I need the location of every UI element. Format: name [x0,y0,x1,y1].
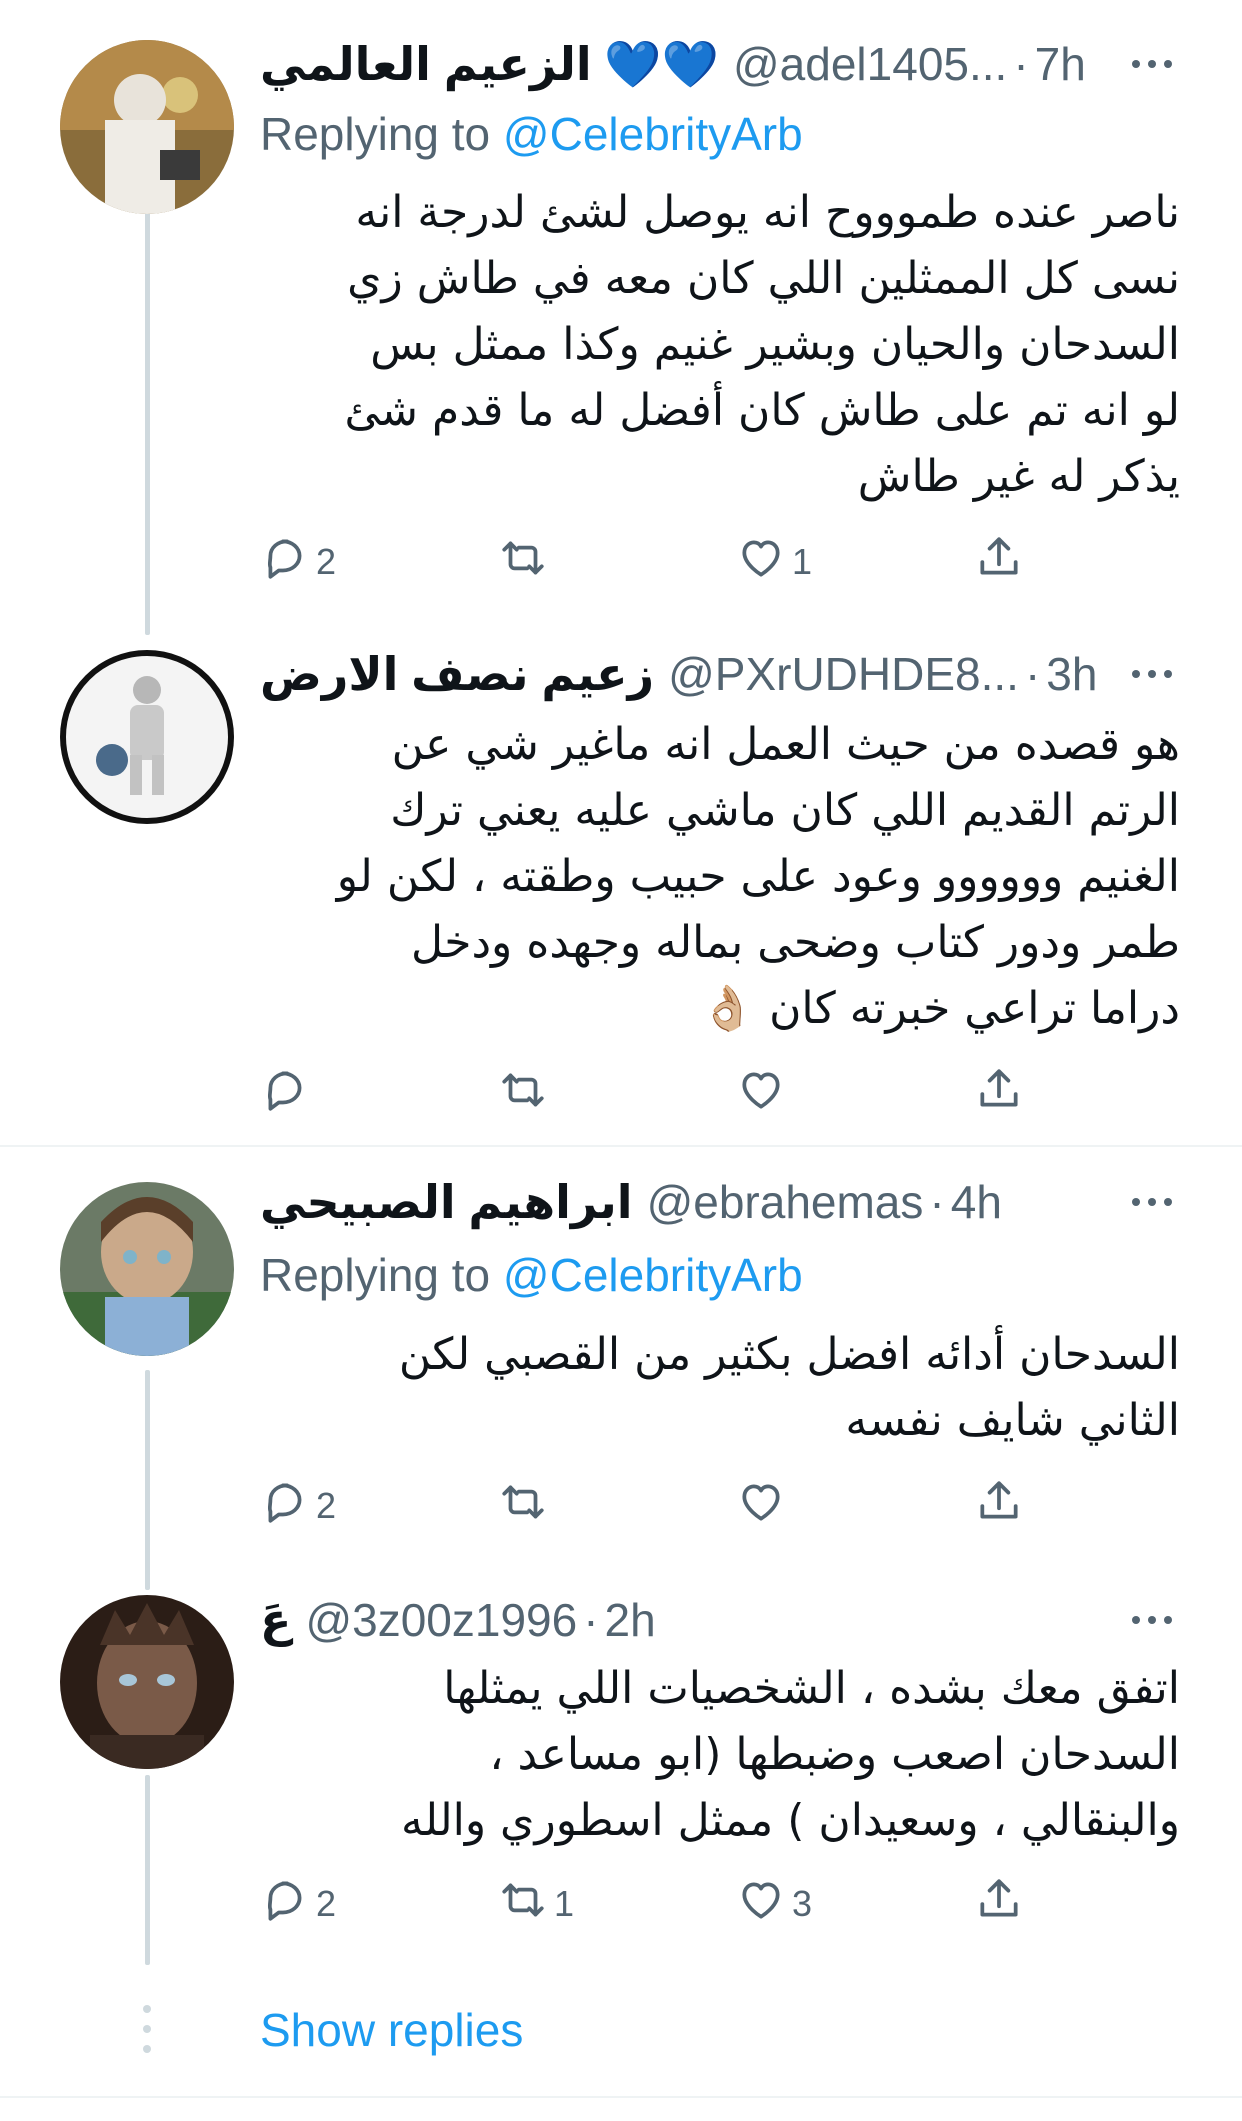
more-icon[interactable] [1122,1172,1182,1232]
tweet-text: السدحان أدائه افضل بكثير من القصبي لكن ا… [398,1329,1180,1446]
share-button[interactable] [974,532,1024,592]
retweet-count: 1 [554,1883,575,1924]
share-icon [974,1477,1024,1536]
like-count: 3 [792,1883,813,1924]
thread-line [145,1775,150,1965]
reply-button[interactable]: 2 [260,1476,336,1536]
user-handle[interactable]: @adel1405... [733,34,1007,94]
retweet-icon [498,1875,548,1934]
thread-dots-icon [139,2003,155,2055]
avatar[interactable] [60,650,234,824]
tweet-actions: 2 1 3 [260,1874,1060,1934]
avatar[interactable] [60,1595,234,1769]
heart-icon [736,1065,786,1124]
display-name[interactable]: الزعيم العالمي 💙💙 [260,34,719,94]
reply-count: 2 [316,1485,337,1526]
user-handle[interactable]: @3z00z1996 [305,1590,577,1650]
replying-to: Replying to @CelebrityArb [260,104,803,164]
timestamp[interactable]: 3h [1046,644,1097,704]
tweet-actions: 2 1 [260,532,1060,592]
user-handle[interactable]: @ebrahemas [647,1172,924,1232]
replying-to: Replying to @CelebrityArb [260,1245,803,1305]
reply-button[interactable] [260,1064,316,1124]
thread-line [145,185,150,635]
avatar[interactable] [60,40,234,214]
heart-icon [736,533,786,592]
reply-icon [260,1477,310,1536]
retweet-button[interactable] [498,532,554,592]
retweet-button[interactable] [498,1476,554,1536]
tweet-actions [260,1064,1060,1124]
thread-line [145,1370,150,1590]
heart-icon [736,1477,786,1536]
display-name[interactable]: عَ [260,1590,291,1650]
retweet-button[interactable]: 1 [498,1874,574,1934]
reply-icon [260,1875,310,1934]
reply-count: 2 [316,1883,337,1924]
tweet-actions: 2 [260,1476,1060,1536]
share-icon [974,1875,1024,1934]
like-button[interactable] [736,1476,792,1536]
reply-count: 2 [316,541,337,582]
like-button[interactable]: 1 [736,532,812,592]
separator-dot: · [1013,38,1029,90]
retweet-icon [498,533,548,592]
replying-to-label: Replying to [260,108,503,160]
user-handle[interactable]: @PXrUDHDE8... [668,644,1019,704]
tweet-text: هو قصده من حيث العمل انه ماغير شي عن الر… [336,719,1180,1034]
replying-to-label: Replying to [260,1249,503,1301]
separator-dot: · [583,1594,599,1646]
like-count: 1 [792,541,813,582]
reply-icon [260,1065,310,1124]
more-icon[interactable] [1122,1590,1182,1650]
tweet-text: ناصر عنده طموووح انه يوصل لشئ لدرجة انه … [344,187,1180,502]
more-icon[interactable] [1122,644,1182,704]
separator-dot: · [929,1176,945,1228]
timestamp[interactable]: 2h [605,1590,656,1650]
share-button[interactable] [974,1874,1024,1934]
reply-icon [260,533,310,592]
like-button[interactable] [736,1064,792,1124]
display-name[interactable]: زعيم نصف الارض [260,644,654,704]
timestamp[interactable]: 7h [1035,34,1086,94]
share-icon [974,1065,1024,1124]
retweet-button[interactable] [498,1064,554,1124]
divider [0,2096,1242,2098]
tweet-text: اتفق معك بشده ، الشخصيات اللي يمثلها الس… [401,1663,1180,1846]
show-replies-link[interactable]: Show replies [260,2000,523,2060]
display-name[interactable]: ابراهيم الصبيحي [260,1172,633,1232]
more-icon[interactable] [1122,34,1182,94]
share-button[interactable] [974,1476,1024,1536]
avatar[interactable] [60,1182,234,1356]
retweet-icon [498,1065,548,1124]
replying-to-link[interactable]: @CelebrityArb [503,1249,803,1301]
heart-icon [736,1875,786,1934]
like-button[interactable]: 3 [736,1874,812,1934]
share-button[interactable] [974,1064,1024,1124]
retweet-icon [498,1477,548,1536]
reply-button[interactable]: 2 [260,532,336,592]
reply-button[interactable]: 2 [260,1874,336,1934]
divider [0,1145,1242,1147]
share-icon [974,533,1024,592]
replying-to-link[interactable]: @CelebrityArb [503,108,803,160]
timestamp[interactable]: 4h [951,1172,1002,1232]
separator-dot: · [1024,648,1041,700]
